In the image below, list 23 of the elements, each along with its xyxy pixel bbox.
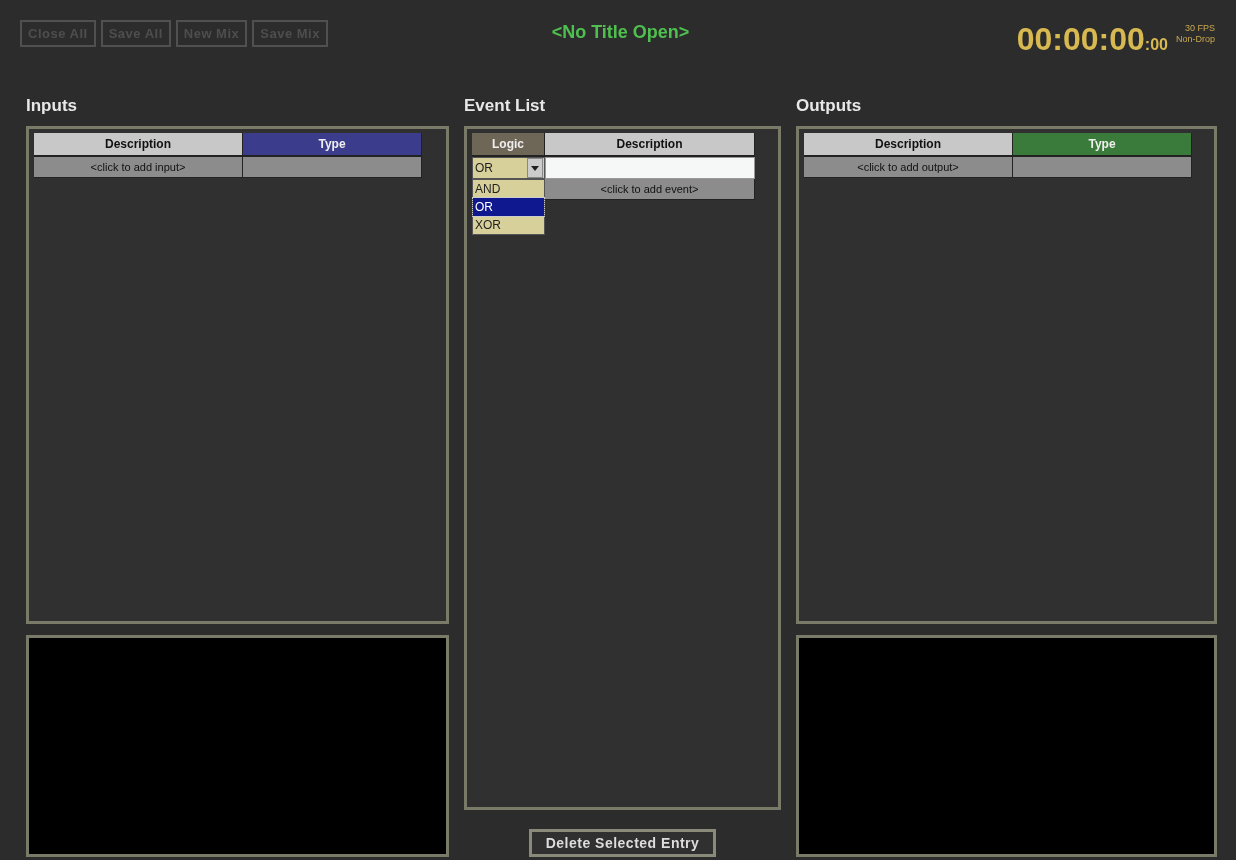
section-heading: Outputs	[796, 96, 863, 117]
column-header[interactable]: Description	[545, 133, 755, 157]
description-input[interactable]	[545, 157, 755, 179]
add-row-cell[interactable]: <click to add output>	[804, 157, 1013, 178]
timecode: 00:00:00	[1016, 20, 1145, 58]
dropdown-option[interactable]: AND	[473, 180, 544, 198]
section-heading: Event List	[464, 96, 547, 117]
column-header[interactable]: Type	[1013, 133, 1192, 157]
project-title: <No Title Open>	[551, 21, 690, 43]
add-row-cell[interactable]: <click to add input>	[34, 157, 243, 178]
add-row-cell[interactable]: <click to add event>	[545, 179, 755, 200]
dropdown-option[interactable]: OR	[473, 198, 544, 216]
column-header[interactable]: Type	[243, 133, 422, 157]
frame-rate: 30 FPS	[1185, 23, 1215, 34]
dropdown-option[interactable]: XOR	[473, 216, 544, 234]
timecode-frames: :00	[1144, 36, 1168, 54]
logic-dropdown[interactable]: OR	[472, 157, 545, 179]
section-heading: Inputs	[26, 96, 78, 117]
column-header[interactable]: Description	[34, 133, 243, 157]
delete-button[interactable]: Delete Selected Entry	[528, 829, 717, 857]
drop-mode: Non-Drop	[1176, 34, 1215, 45]
column-header[interactable]: Logic	[472, 133, 545, 157]
column-header[interactable]: Description	[804, 133, 1013, 157]
